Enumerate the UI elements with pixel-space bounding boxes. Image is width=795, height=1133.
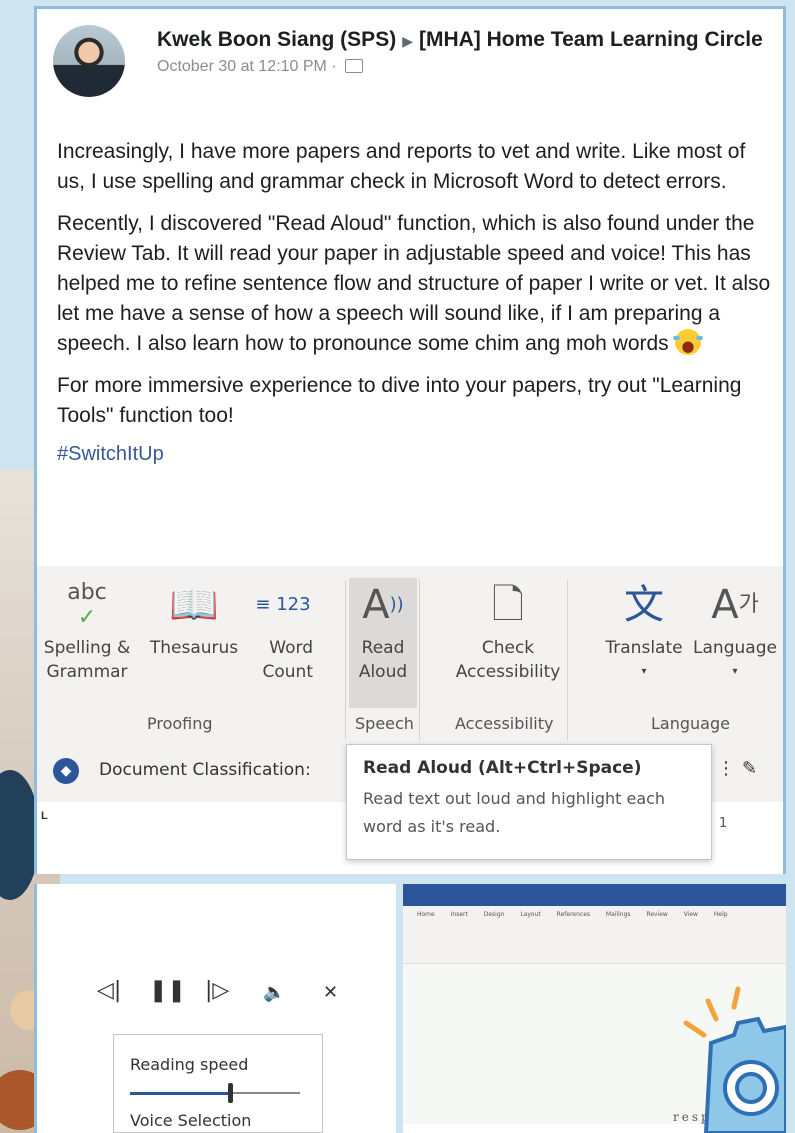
language-group-label: Language bbox=[651, 714, 730, 733]
avatar[interactable] bbox=[53, 25, 125, 97]
spelling-grammar-label: Spelling & Grammar bbox=[43, 638, 131, 682]
read-aloud-button[interactable]: A)) Read Aloud bbox=[349, 580, 417, 684]
post-paragraph: Recently, I discovered "Read Aloud" func… bbox=[57, 212, 771, 355]
language-dropdown-icon[interactable]: ▾ bbox=[687, 660, 783, 684]
proofing-group-label: Proofing bbox=[147, 714, 213, 733]
voice-selection-label[interactable]: Voice Selection bbox=[130, 1109, 306, 1133]
camera-icon bbox=[683, 986, 786, 1133]
word-review-ribbon: abc ✓ Spelling & Grammar 📖 Thesaurus ≡ 12… bbox=[34, 566, 786, 746]
language-button[interactable]: A가 Language ▾ bbox=[687, 580, 783, 684]
reading-speed-label: Reading speed bbox=[130, 1055, 249, 1074]
post-paragraph: Increasingly, I have more papers and rep… bbox=[57, 140, 746, 193]
post-card: Kwek Boon Siang (SPS) ▶ [MHA] Home Team Le… bbox=[34, 6, 786, 568]
word-window-screenshot: Home Insert Design Layout References Mai… bbox=[403, 884, 786, 1133]
word-title-bar bbox=[403, 884, 786, 906]
pause-icon[interactable]: ❚❚ bbox=[149, 978, 186, 1003]
thesaurus-label: Thesaurus bbox=[149, 638, 239, 658]
language-icon: A가 bbox=[711, 582, 759, 628]
tab-stop-icon: L bbox=[41, 810, 48, 822]
tooltip-description: Read text out loud and highlight each wo… bbox=[363, 789, 666, 836]
slider-fill bbox=[130, 1092, 230, 1095]
read-aloud-tooltip: Read Aloud (Alt+Ctrl+Space) Read text ou… bbox=[346, 744, 712, 860]
word-ribbon-tabs: Home Insert Design Layout References Mai… bbox=[403, 906, 786, 924]
edit-pencil-icon[interactable]: ✎ bbox=[742, 758, 757, 779]
arrow-right-icon: ▶ bbox=[402, 33, 413, 49]
accessibility-group-label: Accessibility bbox=[455, 714, 554, 733]
thesaurus-button[interactable]: 📖 Thesaurus bbox=[141, 580, 247, 660]
more-options-icon[interactable]: ⋮ bbox=[717, 758, 735, 779]
voice-settings-icon[interactable]: 🔈 bbox=[263, 982, 285, 1003]
spelling-check-icon: abc ✓ bbox=[67, 580, 107, 630]
translate-label: Translate bbox=[605, 638, 683, 658]
book-icon: 📖 bbox=[169, 582, 219, 628]
read-aloud-player: ◁| ❚❚ |▷ 🔈 ✕ Reading speed Voice Selecti… bbox=[34, 884, 396, 1133]
document-classification-label: Document Classification: bbox=[99, 760, 311, 780]
previous-paragraph-icon[interactable]: ◁| bbox=[97, 978, 121, 1003]
post-paragraph: For more immersive experience to dive in… bbox=[57, 374, 742, 427]
reading-speed-slider[interactable] bbox=[130, 1083, 306, 1103]
check-accessibility-button[interactable]: 🗋 Check Accessibility bbox=[445, 580, 571, 684]
word-count-icon: ≡ 123 bbox=[255, 594, 311, 615]
slider-track-rest bbox=[230, 1092, 300, 1094]
translate-button[interactable]: 文 Translate ▾ bbox=[599, 580, 689, 684]
word-count-label: Word Count bbox=[262, 638, 314, 682]
ribbon-separator bbox=[345, 580, 346, 740]
close-icon[interactable]: ✕ bbox=[323, 982, 338, 1003]
tooltip-title: Read Aloud (Alt+Ctrl+Space) bbox=[363, 758, 642, 778]
group-name[interactable]: [MHA] Home Team Learning Circle bbox=[419, 28, 763, 51]
laughing-emoji-icon bbox=[672, 329, 703, 355]
author-name[interactable]: Kwek Boon Siang (SPS) bbox=[157, 28, 396, 51]
author-line: Kwek Boon Siang (SPS) ▶ [MHA] Home Team Le… bbox=[157, 25, 767, 56]
post-meta: October 30 at 12:10 PM · bbox=[157, 58, 767, 76]
post-timestamp[interactable]: October 30 at 12:10 PM bbox=[157, 58, 327, 75]
check-accessibility-label: Check Accessibility bbox=[455, 638, 561, 682]
ribbon-separator bbox=[419, 580, 420, 740]
word-count-button[interactable]: ≡ 123 Word Count bbox=[247, 580, 319, 684]
translate-dropdown-icon[interactable]: ▾ bbox=[599, 660, 689, 684]
post-paragraph-with-emoji: Recently, I discovered "Read Aloud" func… bbox=[57, 209, 772, 359]
speech-group-label: Speech bbox=[355, 714, 414, 733]
next-paragraph-icon[interactable]: |▷ bbox=[205, 978, 229, 1003]
word-ribbon-mini bbox=[403, 924, 786, 964]
reading-settings-popup: Reading speed Voice Selection bbox=[113, 1034, 323, 1133]
read-aloud-icon: A)) bbox=[362, 582, 404, 628]
group-privacy-icon bbox=[345, 59, 364, 73]
post-body: Increasingly, I have more papers and rep… bbox=[57, 137, 772, 466]
ribbon-separator bbox=[567, 580, 568, 740]
read-aloud-label: Read Aloud bbox=[358, 638, 408, 682]
language-label: Language bbox=[693, 638, 777, 658]
slider-thumb[interactable] bbox=[228, 1083, 233, 1103]
tag-icon: ◆ bbox=[53, 758, 79, 784]
hashtag-link[interactable]: #SwitchItUp bbox=[57, 443, 772, 466]
spelling-grammar-button[interactable]: abc ✓ Spelling & Grammar bbox=[33, 580, 141, 684]
accessibility-check-icon: 🗋 bbox=[491, 582, 525, 628]
translate-icon: 文 bbox=[624, 582, 664, 628]
post-header: Kwek Boon Siang (SPS) ▶ [MHA] Home Team Le… bbox=[157, 25, 767, 76]
ruler-number: 1 bbox=[719, 816, 728, 831]
